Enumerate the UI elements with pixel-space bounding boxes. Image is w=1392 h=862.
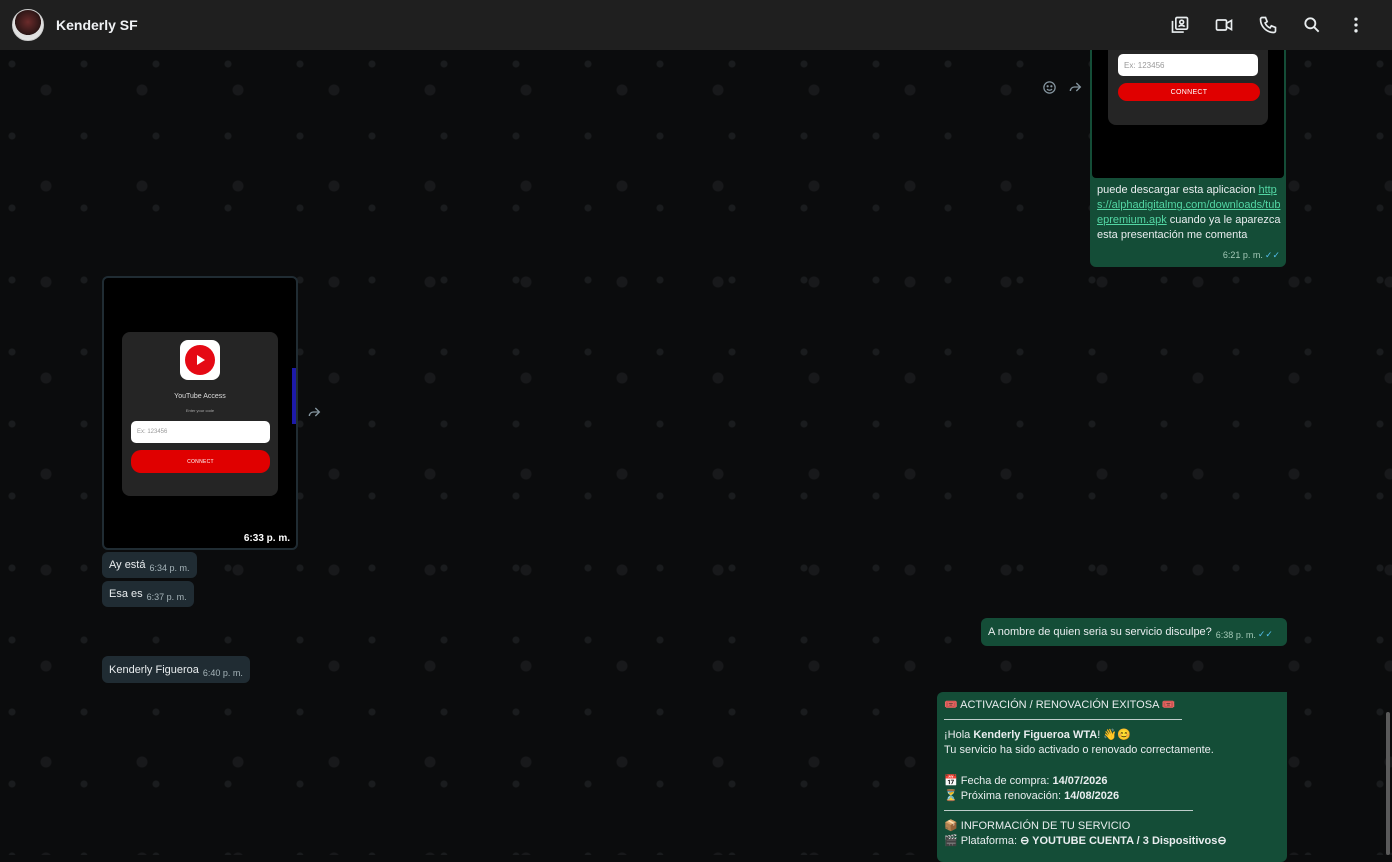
search-button[interactable] [1290,3,1334,47]
read-ticks-icon: ✓✓ [1264,250,1280,260]
code-input-preview: Ex: 123456 [131,421,270,443]
contact-name[interactable]: Kenderly SF [56,17,138,33]
message-meta: 6:21 p. m. ✓✓ [1219,245,1280,263]
message-time: 6:21 p. m. [1222,250,1263,260]
header-actions [1158,3,1378,47]
emoji-icon [1042,80,1056,94]
forward-icon [308,407,321,417]
menu-button[interactable] [1334,3,1378,47]
message-outgoing[interactable]: A nombre de quien seria su servicio disc… [981,618,1287,646]
platform-line: 🎬 Plataforma: ⊖ YOUTUBE CUENTA / 3 Dispo… [944,835,1227,847]
package-icon: 📦 [944,820,958,832]
forward-button-top[interactable] [1066,78,1084,96]
chat-header: Kenderly SF [0,0,1392,50]
code-input-preview: Ex: 123456 [1118,54,1258,76]
contacts-icon [1171,16,1189,33]
service-info-title: 📦 INFORMACIÓN DE TU SERVICIO [944,820,1131,832]
video-call-icon [1215,18,1233,32]
message-text: A nombre de quien seria su servicio disc… [988,626,1212,638]
voice-call-button[interactable] [1246,3,1290,47]
forward-icon [1069,82,1082,92]
message-incoming[interactable]: Kenderly Figueroa 6:40 p. m. [102,656,250,683]
app-preview-image-top[interactable]: Ex: 123456 CONNECT [1092,30,1284,178]
message-time: 6:34 p. m. [149,563,190,573]
app-card: YouTube Access Enter your code Ex: 12345… [122,332,278,496]
message-activation[interactable]: 🎟️ ACTIVACIÓN / RENOVACIÓN EXITOSA 🎟️ ¡H… [937,692,1287,862]
message-time: 6:38 p. m. [1215,630,1256,640]
search-icon [1304,17,1320,33]
scroll-highlight-bar [292,368,296,424]
app-title: YouTube Access [174,393,226,400]
message-download-app[interactable]: Ex: 123456 CONNECT puede descargar esta … [1090,30,1286,267]
avatar[interactable] [12,9,44,41]
status-line: Tu servicio ha sido activado o renovado … [944,744,1214,756]
app-preview-image[interactable]: YouTube Access Enter your code Ex: 12345… [104,278,296,548]
message-incoming[interactable]: Esa es 6:37 p. m. [102,581,194,607]
clapper-icon: 🎬 [944,835,958,847]
message-incoming[interactable]: Ay está 6:34 p. m. [102,552,197,578]
divider [944,810,1193,811]
react-button[interactable] [1040,78,1058,96]
voice-call-icon [1259,16,1277,34]
connect-button-preview: CONNECT [131,450,270,473]
connect-button-preview: CONNECT [1118,83,1260,101]
calendar-icon: 📅 [944,775,958,787]
divider [944,719,1182,720]
message-time: 6:37 p. m. [146,592,187,602]
youtube-logo-icon [180,340,220,380]
image-time: 6:33 p. m. [243,533,290,544]
message-text: Esa es [109,588,143,600]
hourglass-icon: ⏳ [944,790,958,802]
message-text: Ay está [109,559,146,571]
app-subtitle: Enter your code [185,408,215,413]
message-text: Kenderly Figueroa [109,664,199,676]
download-message-text: puede descargar esta aplicacion https://… [1097,184,1281,241]
video-call-button[interactable] [1202,3,1246,47]
purchase-date-line: 📅 Fecha de compra: 14/07/2026 [944,775,1108,787]
greeting-line: ¡Hola Kenderly Figueroa WTA! 👋😊 [944,729,1131,741]
read-ticks-icon: ✓✓ [1257,629,1273,639]
forward-button-image[interactable] [304,402,324,422]
message-time: 6:40 p. m. [202,668,243,678]
activation-title: 🎟️ ACTIVACIÓN / RENOVACIÓN EXITOSA 🎟️ [944,699,1176,711]
chat-scrollbar[interactable] [1386,712,1390,855]
menu-icon [1354,17,1358,33]
message-image[interactable]: YouTube Access Enter your code Ex: 12345… [102,276,298,550]
contacts-button[interactable] [1158,3,1202,47]
renewal-date-line: ⏳ Próxima renovación: 14/08/2026 [944,790,1120,802]
